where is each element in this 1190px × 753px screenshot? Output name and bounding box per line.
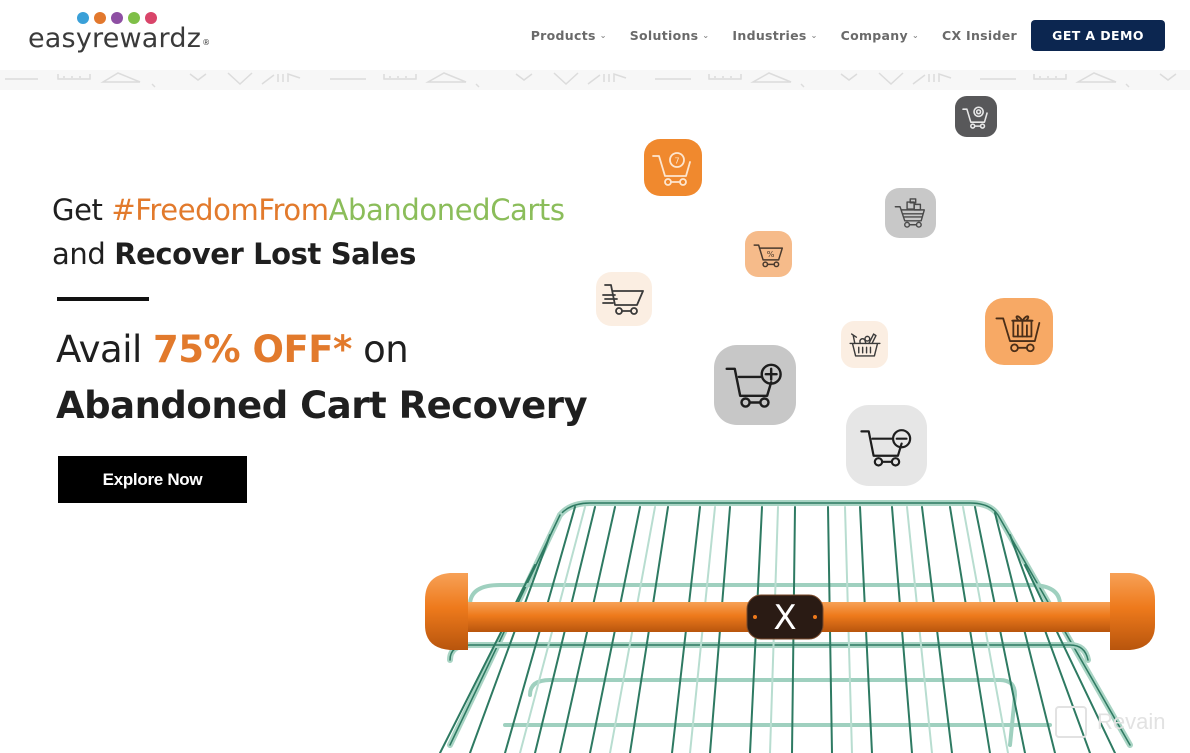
page: easyrewardz® Products ⌄ Solutions ⌄ Indust… [0,0,1190,753]
hashtag-freedom-from: #FreedomFrom [111,193,329,227]
offer-avail: Avail [56,328,154,371]
headline-divider [57,297,149,301]
main-nav: Products ⌄ Solutions ⌄ Industries ⌄ Company… [531,19,1190,51]
chevron-down-icon: ⌄ [810,30,818,40]
cart-boxes-icon [885,188,936,238]
registered-mark: ® [202,38,211,47]
fast-cart-icon [596,272,652,326]
chevron-down-icon: ⌄ [702,30,710,40]
headline-recover-lost-sales: Recover Lost Sales [114,237,417,271]
cart-handle-right-cap [1110,573,1155,650]
svg-text:7: 7 [675,156,680,165]
hashtag-abandoned-carts: AbandonedCarts [328,193,565,227]
grocery-basket-icon [841,321,888,368]
headline-get: Get [52,193,112,227]
revain-logo-icon [1055,706,1087,738]
hero-headline: Get #FreedomFromAbandonedCarts and Recov… [52,188,565,276]
headline-line-2: and Recover Lost Sales [52,232,565,276]
logo-name: easyrewardz [28,23,202,54]
offer-heading: Avail 75% OFF* on Abandoned Cart Recover… [56,322,588,434]
revain-watermark: Revain [1055,706,1165,738]
nav-products-label: Products [530,27,596,43]
nav-industries[interactable]: Industries ⌄ [732,28,817,43]
chevron-down-icon: ⌄ [599,30,607,40]
offer-discount: 75% OFF* [153,328,352,371]
cart-percent-icon: % [745,231,792,277]
nav-products[interactable]: Products ⌄ [531,28,607,43]
nav-cx-insider[interactable]: CX Insider [942,28,1017,43]
brand-logo[interactable]: easyrewardz® [28,12,210,55]
get-a-demo-button[interactable]: GET A DEMO [1031,19,1165,51]
svg-text:%: % [766,249,774,259]
headline-line-1: Get #FreedomFromAbandonedCarts [52,188,565,232]
offer-line-2: Abandoned Cart Recovery [56,384,588,427]
cart-badge-x-label: X [773,598,796,638]
cart-add-icon [714,345,796,425]
revain-watermark-text: Revain [1097,709,1166,734]
cart-handle-left-cap [425,573,468,650]
nav-company[interactable]: Company ⌄ [841,28,919,43]
cart-remove-icon [846,405,927,486]
nav-cx-insider-label: CX Insider [941,27,1017,43]
nav-industries-label: Industries [732,27,807,43]
headline-and: and [52,237,115,271]
chevron-down-icon: ⌄ [911,30,919,40]
cart-coin-icon [955,96,997,137]
nav-company-label: Company [840,27,908,43]
offer-line-1: Avail 75% OFF* on [56,322,587,378]
nav-solutions[interactable]: Solutions ⌄ [630,28,710,43]
cart-clock-icon: 7 [644,139,702,196]
offer-on: on [351,328,409,371]
explore-now-button[interactable]: Explore Now [58,456,247,503]
logo-wordmark: easyrewardz® [28,23,210,55]
site-header: easyrewardz® Products ⌄ Solutions ⌄ Indust… [0,0,1190,75]
nav-solutions-label: Solutions [629,27,699,43]
decorative-pattern-strip [0,70,1190,90]
cart-gift-icon [985,298,1053,365]
